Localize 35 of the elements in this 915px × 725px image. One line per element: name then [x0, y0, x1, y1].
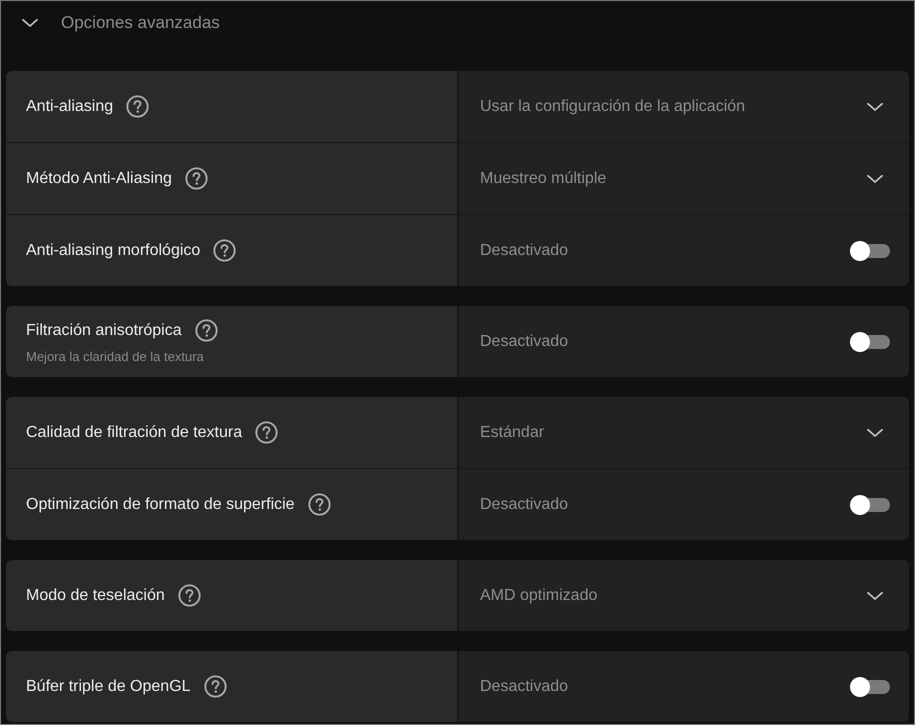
status-text: Desactivado [480, 242, 568, 260]
chevron-down-icon [22, 19, 38, 27]
help-icon[interactable] [126, 95, 150, 118]
dropdown-select[interactable]: Muestreo múltiple [459, 143, 909, 214]
setting-label: Método Anti-Aliasing [26, 170, 172, 188]
setting-label: Modo de teselación [26, 586, 165, 604]
setting-label: Optimización de formato de superficie [26, 496, 295, 514]
toggle-switch[interactable] [850, 240, 890, 260]
chevron-down-icon [867, 592, 883, 600]
setting-label: Filtración anisotrópica [26, 322, 182, 340]
chevron-down-icon [867, 102, 883, 110]
dropdown-select[interactable]: Estándar [459, 397, 909, 468]
help-icon[interactable] [255, 421, 278, 444]
help-icon[interactable] [178, 584, 201, 607]
toggle-switch[interactable] [850, 676, 890, 696]
status-text: Desactivado [480, 496, 568, 514]
status-text: Desactivado [480, 332, 568, 350]
status-text: Desactivado [480, 678, 568, 696]
help-icon[interactable] [213, 239, 236, 262]
chevron-down-icon [867, 428, 883, 436]
toggle-switch[interactable] [850, 494, 890, 514]
chevron-down-icon [867, 174, 883, 182]
help-icon[interactable] [308, 493, 331, 516]
setting-label: Anti-aliasing [26, 98, 114, 116]
setting-label: Búfer triple de OpenGL [26, 678, 191, 696]
setting-description: Mejora la claridad de la textura [26, 349, 205, 364]
dropdown-select[interactable]: Usar la configuración de la aplicación [459, 71, 909, 142]
section-header[interactable]: Opciones avanzadas [1, 1, 220, 45]
toggle-switch[interactable] [850, 332, 890, 352]
dropdown-select[interactable]: AMD optimizado [459, 560, 909, 631]
help-icon[interactable] [194, 319, 218, 342]
help-icon[interactable] [204, 675, 227, 698]
setting-label: Anti-aliasing morfológico [26, 242, 200, 260]
setting-label: Calidad de filtración de textura [26, 424, 242, 442]
help-icon[interactable] [184, 167, 208, 190]
